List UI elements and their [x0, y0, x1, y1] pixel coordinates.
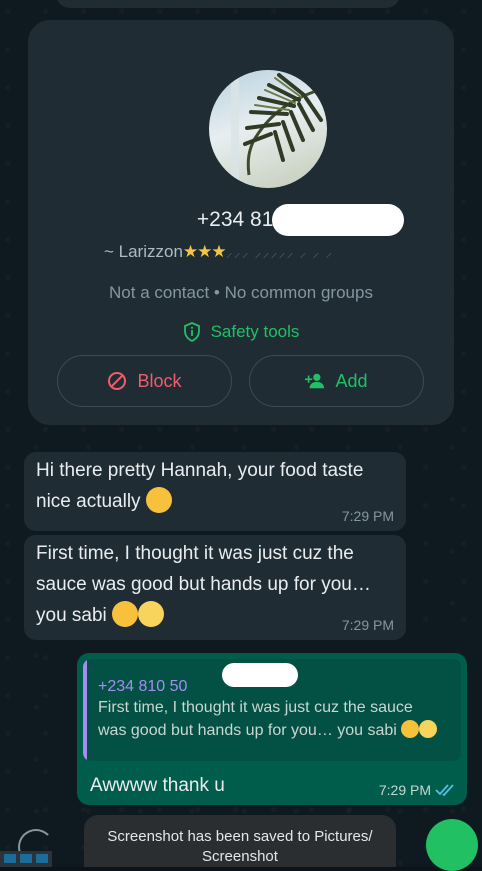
- add-person-icon: [305, 373, 325, 389]
- double-check-read-icon: [435, 784, 454, 797]
- message-text: Hi there pretty Hannah, your food taste …: [36, 460, 364, 512]
- safety-tools-link[interactable]: Safety tools: [28, 322, 454, 342]
- incoming-message[interactable]: First time, I thought it was just cuz th…: [24, 535, 406, 640]
- add-label: Add: [335, 370, 368, 391]
- block-icon: [108, 372, 127, 390]
- quoted-text-block: First time, I thought it was just cuz th…: [98, 696, 438, 742]
- toast-line-2: Screenshot: [202, 848, 278, 865]
- message-time: 7:29 PM: [341, 508, 394, 524]
- toast-line-1: Screenshot has been saved to Pictures/: [107, 828, 373, 845]
- message-time: 7:29 PM: [341, 617, 394, 633]
- smiling-face-emoji-icon: [145, 487, 172, 513]
- block-label: Block: [137, 370, 182, 391]
- redaction-mark: [272, 204, 404, 236]
- message-text: Awwww thank u: [90, 775, 225, 796]
- add-contact-button[interactable]: Add: [249, 355, 424, 407]
- contact-avatar[interactable]: [209, 70, 327, 188]
- contact-push-name: ~ Larizzon★★★⸝⸝⸝ ⸝⸝⸝⸝⸝ ⸝ ⸝ ⸝: [104, 242, 333, 262]
- contact-info-card: +234 810 ~ Larizzon★★★⸝⸝⸝ ⸝⸝⸝⸝⸝ ⸝ ⸝ ⸝ No…: [28, 20, 454, 425]
- quoted-message[interactable]: +234 810 50 First time, I thought it was…: [83, 659, 461, 761]
- contact-meta-text: Not a contact • No common groups: [109, 283, 373, 302]
- screenshot-toast: Screenshot has been saved to Pictures/ S…: [84, 815, 396, 867]
- smiling-face-emoji-icon: [401, 720, 420, 738]
- smiling-face-emoji-icon: [112, 601, 139, 627]
- safety-tools-label: Safety tools: [210, 322, 300, 341]
- push-name-stars: ★★★: [182, 242, 227, 261]
- outgoing-message[interactable]: +234 810 50 First time, I thought it was…: [77, 653, 467, 805]
- redaction-mark: [222, 663, 298, 687]
- incoming-message[interactable]: Hi there pretty Hannah, your food taste …: [24, 452, 406, 531]
- message-time: 7:29 PM: [378, 782, 431, 798]
- push-name-text: ~ Larizzon: [104, 242, 183, 261]
- shield-info-icon: [183, 322, 200, 342]
- quoted-text: First time, I thought it was just cuz th…: [98, 699, 413, 739]
- block-button[interactable]: Block: [57, 355, 232, 407]
- push-name-faded-symbols: ⸝⸝⸝ ⸝⸝⸝⸝⸝ ⸝ ⸝ ⸝: [225, 244, 334, 260]
- screenshot-thumbnail[interactable]: [0, 851, 52, 867]
- message-text: First time, I thought it was just cuz th…: [36, 543, 371, 626]
- previous-card-edge: [56, 0, 400, 8]
- quote-accent-bar: [83, 659, 87, 761]
- eye-roll-emoji-icon: [419, 720, 438, 738]
- eye-roll-emoji-icon: [138, 601, 165, 627]
- send-button[interactable]: [426, 819, 478, 871]
